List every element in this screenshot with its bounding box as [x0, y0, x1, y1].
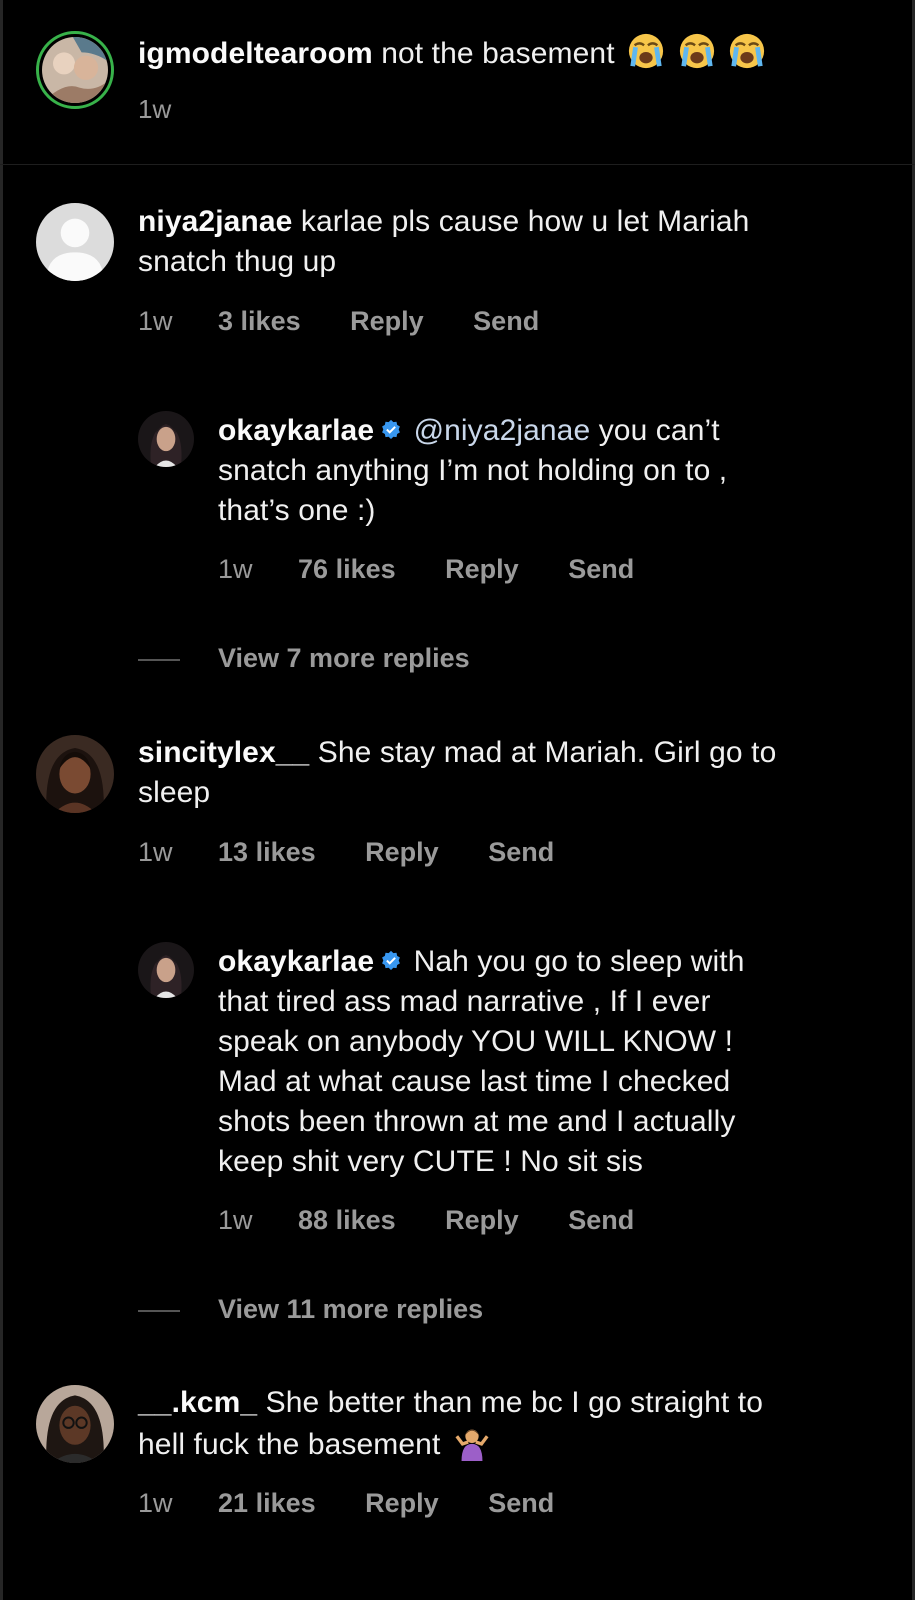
person-shrugging-icon: [449, 1428, 491, 1461]
verified-badge-icon: [374, 414, 405, 447]
reply-time: 1w: [218, 554, 253, 584]
comment-text: karlae pls cause how u let Mariah: [300, 205, 750, 238]
avatar-image: [42, 37, 108, 103]
reply-username[interactable]: okaykarlae: [218, 945, 374, 978]
comment-meta: 1w 13 likes Reply Send: [138, 836, 554, 868]
divider: [0, 164, 915, 165]
loudly-crying-face-icon: [674, 33, 724, 70]
comment-time: 1w: [138, 837, 173, 867]
avatar[interactable]: [36, 31, 114, 109]
reply-button[interactable]: Reply: [445, 553, 519, 585]
avatar[interactable]: [138, 942, 194, 998]
likes-count[interactable]: 13 likes: [218, 836, 316, 868]
view-more-replies-button[interactable]: View 7 more replies: [138, 643, 470, 674]
view-more-replies-button[interactable]: View 11 more replies: [138, 1294, 483, 1325]
avatar[interactable]: [36, 203, 114, 281]
view-more-replies-label: View 11 more replies: [218, 1294, 484, 1324]
reply-button[interactable]: Reply: [350, 305, 424, 337]
view-more-replies-label: View 7 more replies: [218, 643, 470, 673]
avatar[interactable]: [36, 1385, 114, 1463]
reply-meta: 1w 88 likes Reply Send: [218, 1204, 634, 1236]
comment-text-continued: hell fuck the basement: [138, 1428, 441, 1461]
send-button[interactable]: Send: [473, 305, 539, 337]
comment-username[interactable]: niya2janae: [138, 205, 292, 238]
comment-time: 1w: [138, 94, 172, 124]
likes-count[interactable]: 76 likes: [298, 553, 396, 585]
thread-line: [138, 658, 180, 661]
reply-text: Nah you go to sleep with: [413, 945, 745, 978]
reply-text-continued: shots been thrown at me and I actually: [218, 1105, 736, 1138]
send-button[interactable]: Send: [488, 836, 554, 868]
verified-badge-icon: [374, 945, 405, 978]
reply-text-continued: keep shit very CUTE ! No sit sis: [218, 1145, 643, 1178]
reply-text-continued: that’s one :): [218, 494, 376, 527]
comment-text: She stay mad at Mariah. Girl go to: [317, 736, 777, 769]
loudly-crying-face-icon: [724, 33, 766, 70]
send-button[interactable]: Send: [568, 553, 634, 585]
likes-count[interactable]: 88 likes: [298, 1204, 396, 1236]
comment-text: not the basement: [381, 37, 615, 70]
comments-screen: igmodeltearoom not the basement 1w niya2…: [0, 0, 915, 1600]
comment-username[interactable]: __.kcm_: [138, 1386, 257, 1419]
avatar[interactable]: [138, 411, 194, 467]
reply-text-continued: snatch anything I’m not holding on to ,: [218, 454, 728, 487]
likes-count[interactable]: 21 likes: [218, 1487, 316, 1519]
send-button[interactable]: Send: [488, 1487, 554, 1519]
avatar[interactable]: [36, 735, 114, 813]
comment-time: 1w: [138, 306, 173, 336]
comment-meta: 1w 21 likes Reply Send: [138, 1487, 554, 1519]
reply-text-continued: Mad at what cause last time I checked: [218, 1065, 731, 1098]
send-button[interactable]: Send: [568, 1204, 634, 1236]
thread-line: [138, 1309, 180, 1312]
comment-text-continued: snatch thug up: [138, 245, 337, 278]
reply-button[interactable]: Reply: [365, 836, 439, 868]
mention-link[interactable]: @niya2janae: [414, 414, 591, 447]
comment-text-continued: sleep: [138, 776, 211, 809]
likes-count[interactable]: 3 likes: [218, 305, 301, 337]
left-edge-border: [0, 0, 3, 1600]
reply-text-continued: that tired ass mad narrative , If I ever: [218, 985, 711, 1018]
comment-username[interactable]: sincitylex__: [138, 736, 309, 769]
reply-text: you can’t: [598, 414, 720, 447]
comment-time: 1w: [138, 1488, 173, 1518]
reply-username[interactable]: okaykarlae: [218, 414, 374, 447]
reply-text-continued: speak on anybody YOU WILL KNOW !: [218, 1025, 734, 1058]
reply-button[interactable]: Reply: [445, 1204, 519, 1236]
loudly-crying-face-icon: [623, 33, 673, 70]
reply-button[interactable]: Reply: [365, 1487, 439, 1519]
comment-text: She better than me bc I go straight to: [265, 1386, 764, 1419]
comment-meta: 1w 3 likes Reply Send: [138, 305, 539, 337]
reply-meta: 1w 76 likes Reply Send: [218, 553, 634, 585]
reply-time: 1w: [218, 1205, 253, 1235]
comment-username[interactable]: igmodeltearoom: [138, 37, 373, 70]
